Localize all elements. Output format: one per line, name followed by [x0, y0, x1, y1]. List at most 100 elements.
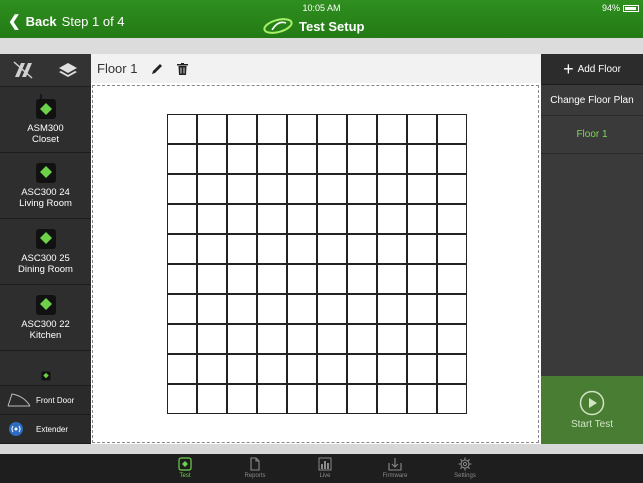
legend-front-door[interactable]: Front Door: [0, 386, 91, 415]
grid-cell[interactable]: [287, 234, 317, 264]
grid-cell[interactable]: [407, 144, 437, 174]
grid-cell[interactable]: [347, 384, 377, 414]
grid-cell[interactable]: [407, 114, 437, 144]
grid-cell[interactable]: [377, 234, 407, 264]
grid-cell[interactable]: [227, 174, 257, 204]
grid-cell[interactable]: [257, 354, 287, 384]
tab-live[interactable]: Live: [300, 454, 350, 483]
grid-cell[interactable]: [317, 294, 347, 324]
grid-cell[interactable]: [437, 234, 467, 264]
grid-cell[interactable]: [317, 354, 347, 384]
grid-cell[interactable]: [347, 234, 377, 264]
grid-cell[interactable]: [227, 294, 257, 324]
back-button[interactable]: ❮ Back Step 1 of 4: [8, 14, 125, 29]
grid-cell[interactable]: [287, 384, 317, 414]
grid-cell[interactable]: [167, 144, 197, 174]
grid-cell[interactable]: [167, 114, 197, 144]
grid-cell[interactable]: [407, 384, 437, 414]
grid-cell[interactable]: [317, 234, 347, 264]
legend-extender[interactable]: Extender: [0, 415, 91, 444]
grid-cell[interactable]: [437, 384, 467, 414]
add-floor-button[interactable]: + Add Floor: [541, 54, 643, 85]
trash-icon[interactable]: [177, 62, 189, 75]
grid-cell[interactable]: [377, 324, 407, 354]
grid-cell[interactable]: [257, 114, 287, 144]
layers-icon[interactable]: [58, 61, 78, 79]
grid-cell[interactable]: [197, 384, 227, 414]
grid-cell[interactable]: [287, 294, 317, 324]
grid-cell[interactable]: [257, 204, 287, 234]
tab-settings[interactable]: Settings: [440, 454, 490, 483]
grid-cell[interactable]: [257, 174, 287, 204]
grid-cell[interactable]: [437, 204, 467, 234]
device-item[interactable]: [0, 351, 91, 381]
grid-cell[interactable]: [317, 144, 347, 174]
grid-cell[interactable]: [227, 354, 257, 384]
grid-cell[interactable]: [257, 234, 287, 264]
grid-cell[interactable]: [317, 384, 347, 414]
grid-cell[interactable]: [287, 144, 317, 174]
grid-cell[interactable]: [257, 264, 287, 294]
grid-cell[interactable]: [437, 114, 467, 144]
grid-cell[interactable]: [407, 264, 437, 294]
floor-plan-canvas[interactable]: [92, 85, 539, 443]
grid-cell[interactable]: [257, 384, 287, 414]
device-item[interactable]: ASC300 22 Kitchen: [0, 285, 91, 351]
grid-cell[interactable]: [407, 294, 437, 324]
grid-cell[interactable]: [197, 264, 227, 294]
grid-cell[interactable]: [167, 234, 197, 264]
floor-list-item[interactable]: Floor 1: [541, 116, 643, 154]
grid-cell[interactable]: [227, 204, 257, 234]
grid-cell[interactable]: [227, 144, 257, 174]
grid-cell[interactable]: [347, 294, 377, 324]
grid-cell[interactable]: [167, 294, 197, 324]
tab-test[interactable]: Test: [160, 454, 210, 483]
grid-cell[interactable]: [377, 384, 407, 414]
grid-cell[interactable]: [377, 264, 407, 294]
grid-cell[interactable]: [377, 294, 407, 324]
grid-cell[interactable]: [347, 114, 377, 144]
pencil-icon[interactable]: [151, 63, 163, 75]
device-item[interactable]: ASM300 Closet: [0, 87, 91, 153]
change-floor-plan-button[interactable]: Change Floor Plan: [541, 85, 643, 116]
grid-cell[interactable]: [407, 324, 437, 354]
grid-cell[interactable]: [257, 324, 287, 354]
grid-cell[interactable]: [167, 174, 197, 204]
grid-cell[interactable]: [197, 114, 227, 144]
grid-cell[interactable]: [437, 324, 467, 354]
grid-cell[interactable]: [347, 354, 377, 384]
grid-cell[interactable]: [377, 114, 407, 144]
grid-cell[interactable]: [437, 294, 467, 324]
grid-cell[interactable]: [437, 144, 467, 174]
grid-cell[interactable]: [197, 204, 227, 234]
grid-cell[interactable]: [197, 354, 227, 384]
grid-cell[interactable]: [317, 204, 347, 234]
grid-cell[interactable]: [287, 354, 317, 384]
grid-cell[interactable]: [317, 264, 347, 294]
grid-cell[interactable]: [197, 294, 227, 324]
floor-plan-grid[interactable]: [167, 114, 467, 414]
grid-cell[interactable]: [437, 264, 467, 294]
device-item[interactable]: ASC300 24 Living Room: [0, 153, 91, 219]
grid-cell[interactable]: [407, 234, 437, 264]
grid-cell[interactable]: [287, 174, 317, 204]
grid-cell[interactable]: [407, 204, 437, 234]
grid-cell[interactable]: [167, 354, 197, 384]
grid-cell[interactable]: [347, 174, 377, 204]
grid-cell[interactable]: [377, 144, 407, 174]
grid-cell[interactable]: [347, 324, 377, 354]
grid-cell[interactable]: [227, 234, 257, 264]
device-item[interactable]: ASC300 25 Dining Room: [0, 219, 91, 285]
grid-cell[interactable]: [437, 174, 467, 204]
grid-cell[interactable]: [407, 174, 437, 204]
grid-cell[interactable]: [197, 144, 227, 174]
grid-cell[interactable]: [227, 384, 257, 414]
grid-cell[interactable]: [227, 264, 257, 294]
grid-cell[interactable]: [287, 324, 317, 354]
grid-cell[interactable]: [437, 354, 467, 384]
grid-cell[interactable]: [197, 324, 227, 354]
start-test-button[interactable]: Start Test: [541, 376, 643, 444]
grid-cell[interactable]: [197, 174, 227, 204]
grid-cell[interactable]: [287, 204, 317, 234]
grid-cell[interactable]: [167, 384, 197, 414]
